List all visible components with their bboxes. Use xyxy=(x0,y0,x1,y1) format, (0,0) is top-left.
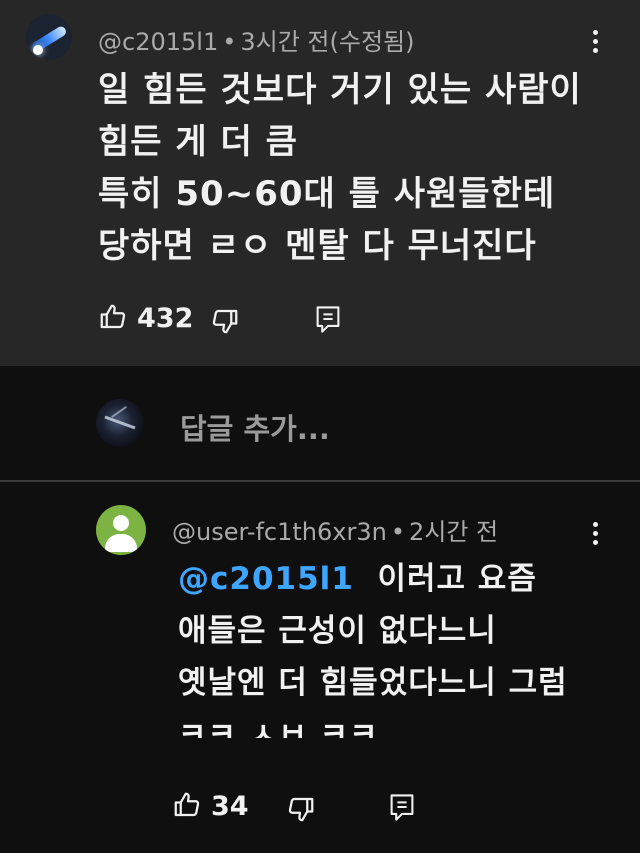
dislike-icon[interactable] xyxy=(286,794,316,828)
like-count: 34 xyxy=(211,791,249,822)
reply-timestamp: 2시간 전 xyxy=(408,518,499,546)
avatar-detail xyxy=(104,415,136,430)
reply-line: 옛날엔 더 힘들었다느니 그럼 xyxy=(178,665,568,701)
like-icon[interactable] xyxy=(172,790,202,824)
reply-text: 이러고 요즘 xyxy=(377,561,537,597)
like-icon[interactable] xyxy=(98,302,128,336)
reply-line: 애들은 근성이 없다느니 xyxy=(178,613,497,649)
avatar-detail xyxy=(111,406,127,418)
reply-line: @c2015l1 이러고 요즘 xyxy=(178,552,568,604)
add-reply-input[interactable]: 답글 추가... xyxy=(180,406,330,448)
comment-author-handle[interactable]: @c2015l1 xyxy=(98,28,218,56)
reply-icon[interactable] xyxy=(388,792,416,826)
highlighted-comment: @c2015l1 • 3시간 전(수정됨) 일 힘든 것보다 거기 있는 사람이 힘… xyxy=(0,0,640,366)
reply-meta: @user-fc1th6xr3n • 2시간 전 xyxy=(172,512,498,547)
reply-body: @c2015l1 이러고 요즘 애들은 근성이 없다느니 옛날엔 더 힘들었다느… xyxy=(178,552,568,738)
reply-author-handle[interactable]: @user-fc1th6xr3n xyxy=(172,518,387,546)
comment-line: 당하면 ㄹㅇ 멘탈 다 무너진다 xyxy=(98,226,537,266)
comment-meta: @c2015l1 • 3시간 전(수정됨) xyxy=(98,22,414,57)
dislike-icon[interactable] xyxy=(210,306,240,340)
meta-separator: • xyxy=(390,518,405,546)
commenter-avatar[interactable] xyxy=(26,14,72,60)
reply-author-avatar[interactable] xyxy=(96,505,146,555)
comment-actions: 432 xyxy=(0,300,640,340)
comment-line: 힘든 게 더 큼 xyxy=(98,122,298,162)
meta-separator: • xyxy=(222,28,237,56)
reply-actions: 34 xyxy=(0,788,640,828)
default-avatar-body xyxy=(105,534,137,552)
comment-timestamp: 3시간 전(수정됨) xyxy=(240,28,415,56)
comment-line: 일 힘든 것보다 거기 있는 사람이 xyxy=(98,70,582,110)
divider xyxy=(0,480,640,482)
current-user-avatar[interactable] xyxy=(96,399,144,447)
comment-menu-icon[interactable] xyxy=(585,24,605,60)
reply-menu-icon[interactable] xyxy=(585,516,605,552)
reply-icon[interactable] xyxy=(314,304,342,338)
comet-core xyxy=(33,45,43,55)
reply-line: ㅋㅋ ㅅㅂ ㅋㅋ xyxy=(178,717,379,738)
comment-body: 일 힘든 것보다 거기 있는 사람이 힘든 게 더 큼 특히 50~60대 틀 … xyxy=(98,64,582,272)
comment-line: 특히 50~60대 틀 사원들한테 xyxy=(98,174,556,214)
default-avatar-head xyxy=(113,515,129,531)
mention-link[interactable]: @c2015l1 xyxy=(178,561,354,597)
like-count: 432 xyxy=(137,303,194,334)
